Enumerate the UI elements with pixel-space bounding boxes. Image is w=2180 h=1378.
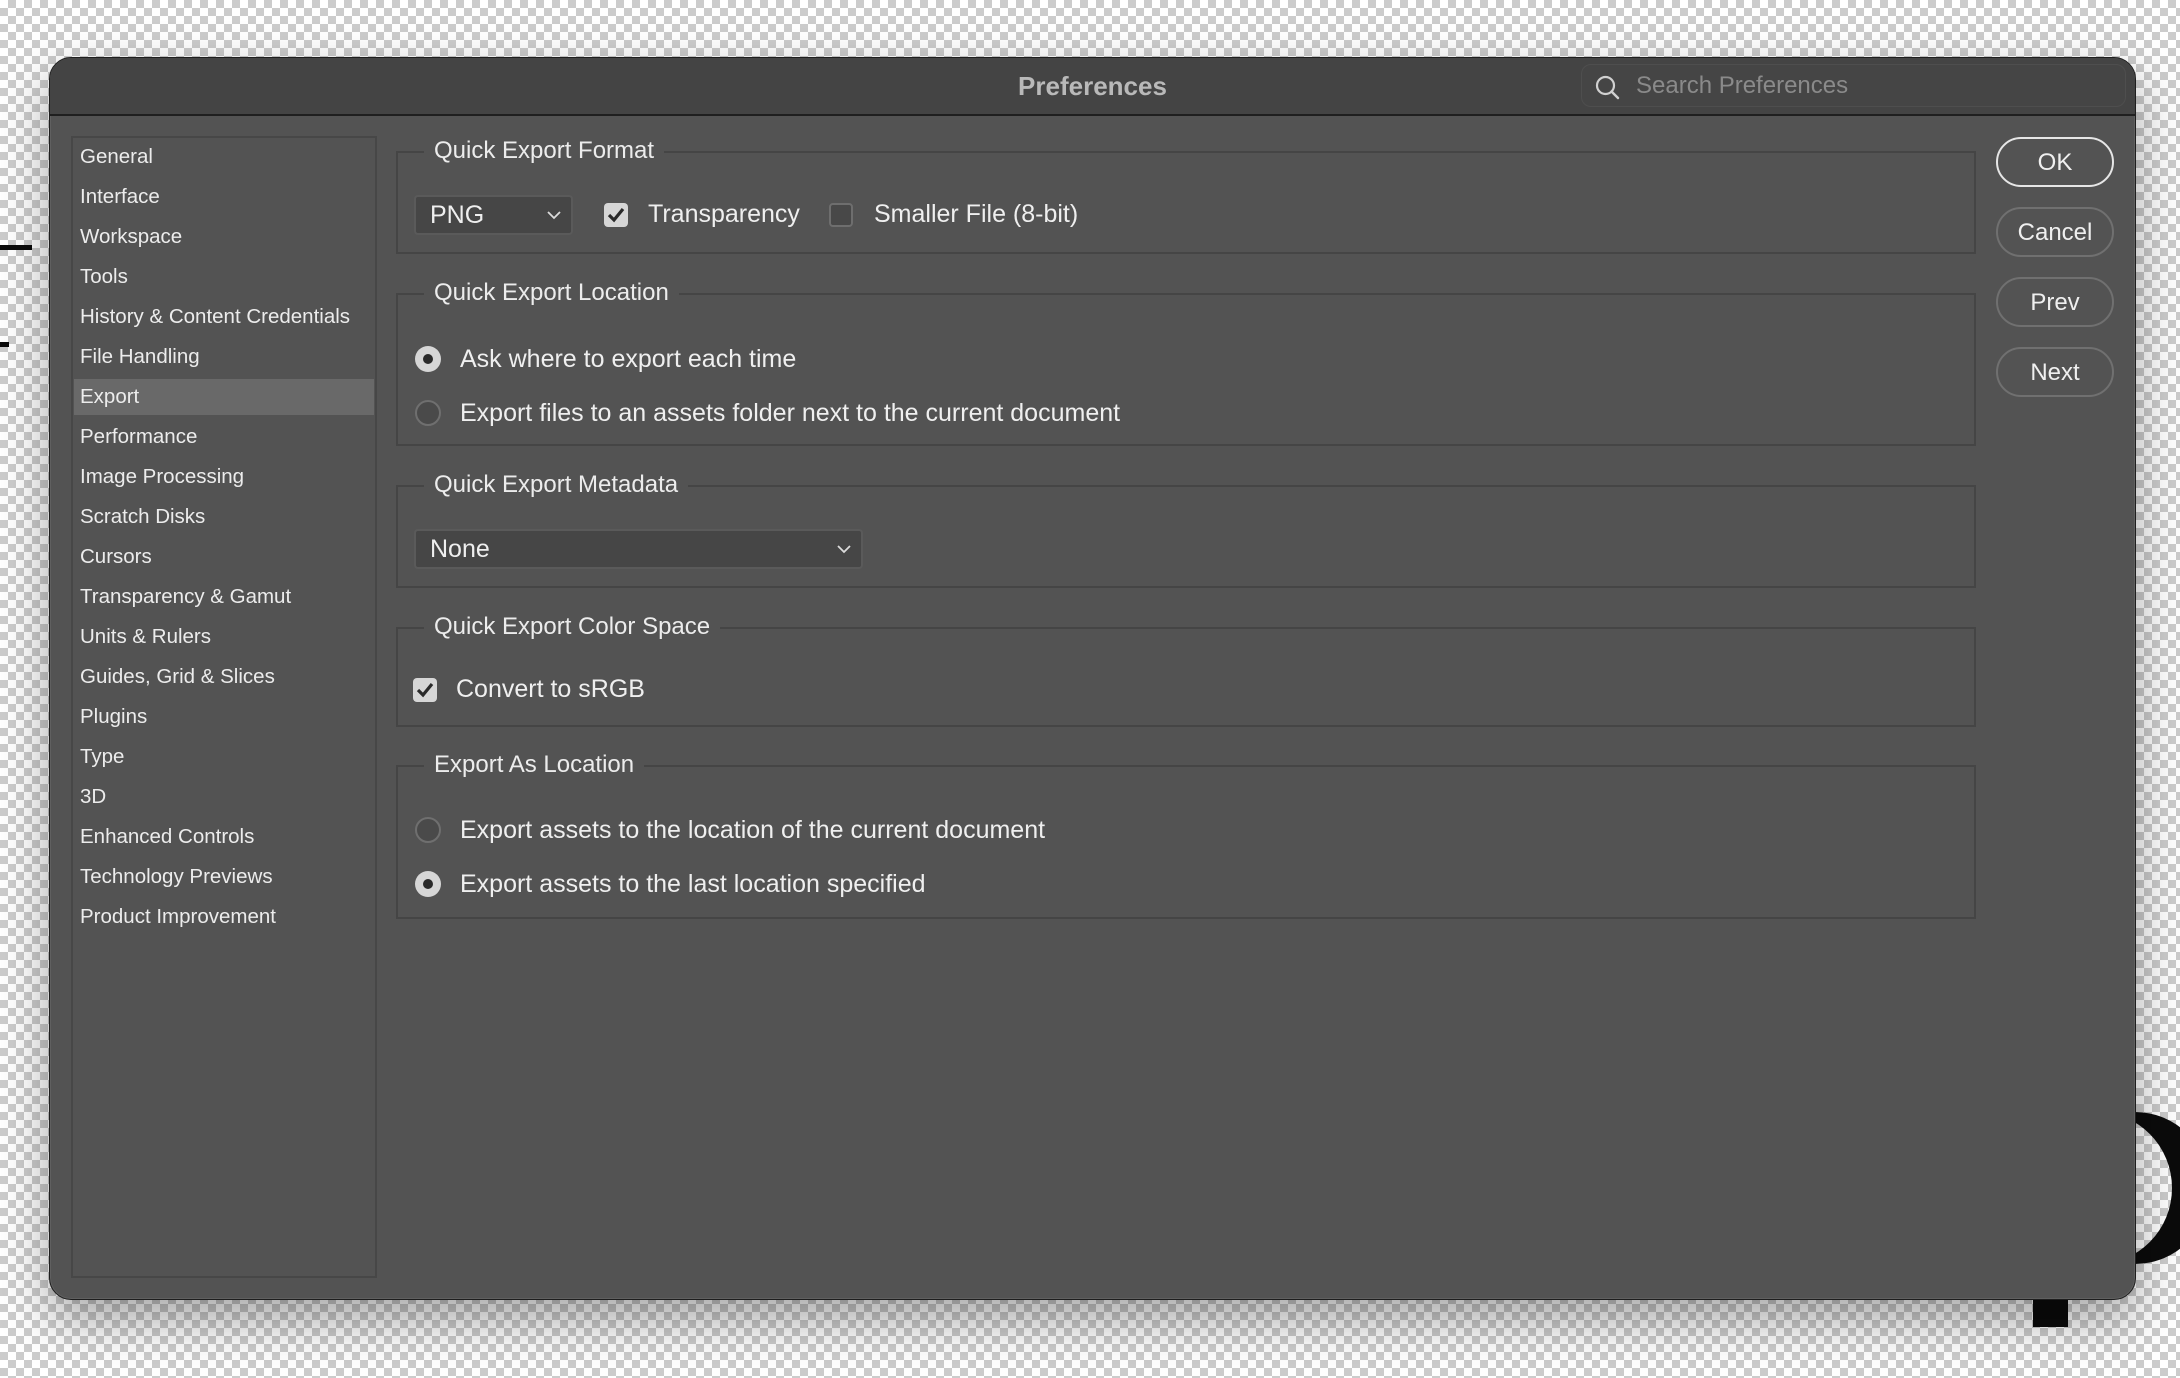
title-bar: Preferences	[50, 58, 2135, 116]
format-select[interactable]: PNG	[414, 195, 573, 235]
ok-button[interactable]: OK	[1996, 137, 2114, 187]
sidebar-item-workspace[interactable]: Workspace	[74, 219, 374, 255]
sidebar-item-enhanced-controls[interactable]: Enhanced Controls	[74, 819, 374, 855]
cancel-button[interactable]: Cancel	[1996, 207, 2114, 257]
sidebar-item-guides-grid-slices[interactable]: Guides, Grid & Slices	[74, 659, 374, 695]
smaller-file-checkbox[interactable]	[829, 203, 853, 227]
sidebar-item-file-handling[interactable]: File Handling	[74, 339, 374, 375]
last-location-label[interactable]: Export assets to the last location speci…	[460, 869, 926, 899]
current-document-location-label[interactable]: Export assets to the location of the cur…	[460, 815, 1045, 845]
convert-srgb-label[interactable]: Convert to sRGB	[456, 674, 645, 704]
next-button[interactable]: Next	[1996, 347, 2114, 397]
sidebar-item-export[interactable]: Export	[74, 379, 374, 415]
convert-srgb-checkbox[interactable]	[413, 678, 437, 702]
chevron-down-icon	[547, 211, 561, 220]
sidebar-item-scratch-disks[interactable]: Scratch Disks	[74, 499, 374, 535]
sidebar-item-performance[interactable]: Performance	[74, 419, 374, 455]
sidebar-item-history[interactable]: History & Content Credentials	[74, 299, 374, 335]
sidebar-item-type[interactable]: Type	[74, 739, 374, 775]
quick-export-location-group: Quick Export Location Ask where to expor…	[396, 275, 1976, 446]
metadata-select[interactable]: None	[414, 529, 863, 569]
group-title: Quick Export Color Space	[424, 609, 721, 645]
group-title: Quick Export Location	[424, 275, 679, 311]
current-document-location-radio[interactable]	[415, 817, 441, 843]
checkmark-icon	[416, 682, 434, 698]
smaller-file-label[interactable]: Smaller File (8-bit)	[874, 199, 1078, 229]
sidebar-item-transparency-gamut[interactable]: Transparency & Gamut	[74, 579, 374, 615]
sidebar-item-plugins[interactable]: Plugins	[74, 699, 374, 735]
metadata-select-value: None	[430, 535, 490, 563]
chevron-down-icon	[837, 545, 851, 554]
search-icon	[1595, 75, 1620, 100]
search-input[interactable]	[1634, 68, 2108, 104]
sidebar-item-image-processing[interactable]: Image Processing	[74, 459, 374, 495]
background-mark	[0, 342, 9, 347]
background-mark	[0, 245, 32, 250]
sidebar-item-units-rulers[interactable]: Units & Rulers	[74, 619, 374, 655]
preferences-sidebar: General Interface Workspace Tools Histor…	[71, 136, 377, 1278]
format-select-value: PNG	[430, 201, 485, 229]
ask-each-time-radio[interactable]	[415, 346, 441, 372]
sidebar-item-3d[interactable]: 3D	[74, 779, 374, 815]
group-title: Export As Location	[424, 747, 645, 783]
export-as-location-group: Export As Location Export assets to the …	[396, 747, 1976, 919]
transparency-checkbox[interactable]	[604, 203, 628, 227]
last-location-radio[interactable]	[415, 871, 441, 897]
transparency-label[interactable]: Transparency	[648, 199, 800, 229]
preferences-dialog: Preferences General Interface Workspace …	[49, 57, 2136, 1300]
ask-each-time-label[interactable]: Ask where to export each time	[460, 344, 796, 374]
sidebar-item-product-improvement[interactable]: Product Improvement	[74, 899, 374, 935]
group-title: Quick Export Format	[424, 133, 665, 169]
assets-folder-radio[interactable]	[415, 400, 441, 426]
assets-folder-label[interactable]: Export files to an assets folder next to…	[460, 398, 1120, 428]
sidebar-item-interface[interactable]: Interface	[74, 179, 374, 215]
quick-export-format-group: Quick Export Format PNG Transparency Sma…	[396, 133, 1976, 254]
search-box[interactable]	[1581, 64, 2126, 107]
prev-button[interactable]: Prev	[1996, 277, 2114, 327]
group-title: Quick Export Metadata	[424, 467, 689, 503]
sidebar-item-general[interactable]: General	[74, 139, 374, 175]
quick-export-metadata-group: Quick Export Metadata None	[396, 467, 1976, 588]
sidebar-item-tools[interactable]: Tools	[74, 259, 374, 295]
sidebar-item-cursors[interactable]: Cursors	[74, 539, 374, 575]
checkmark-icon	[607, 207, 625, 223]
sidebar-item-technology-previews[interactable]: Technology Previews	[74, 859, 374, 895]
quick-export-color-space-group: Quick Export Color Space Convert to sRGB	[396, 609, 1976, 727]
